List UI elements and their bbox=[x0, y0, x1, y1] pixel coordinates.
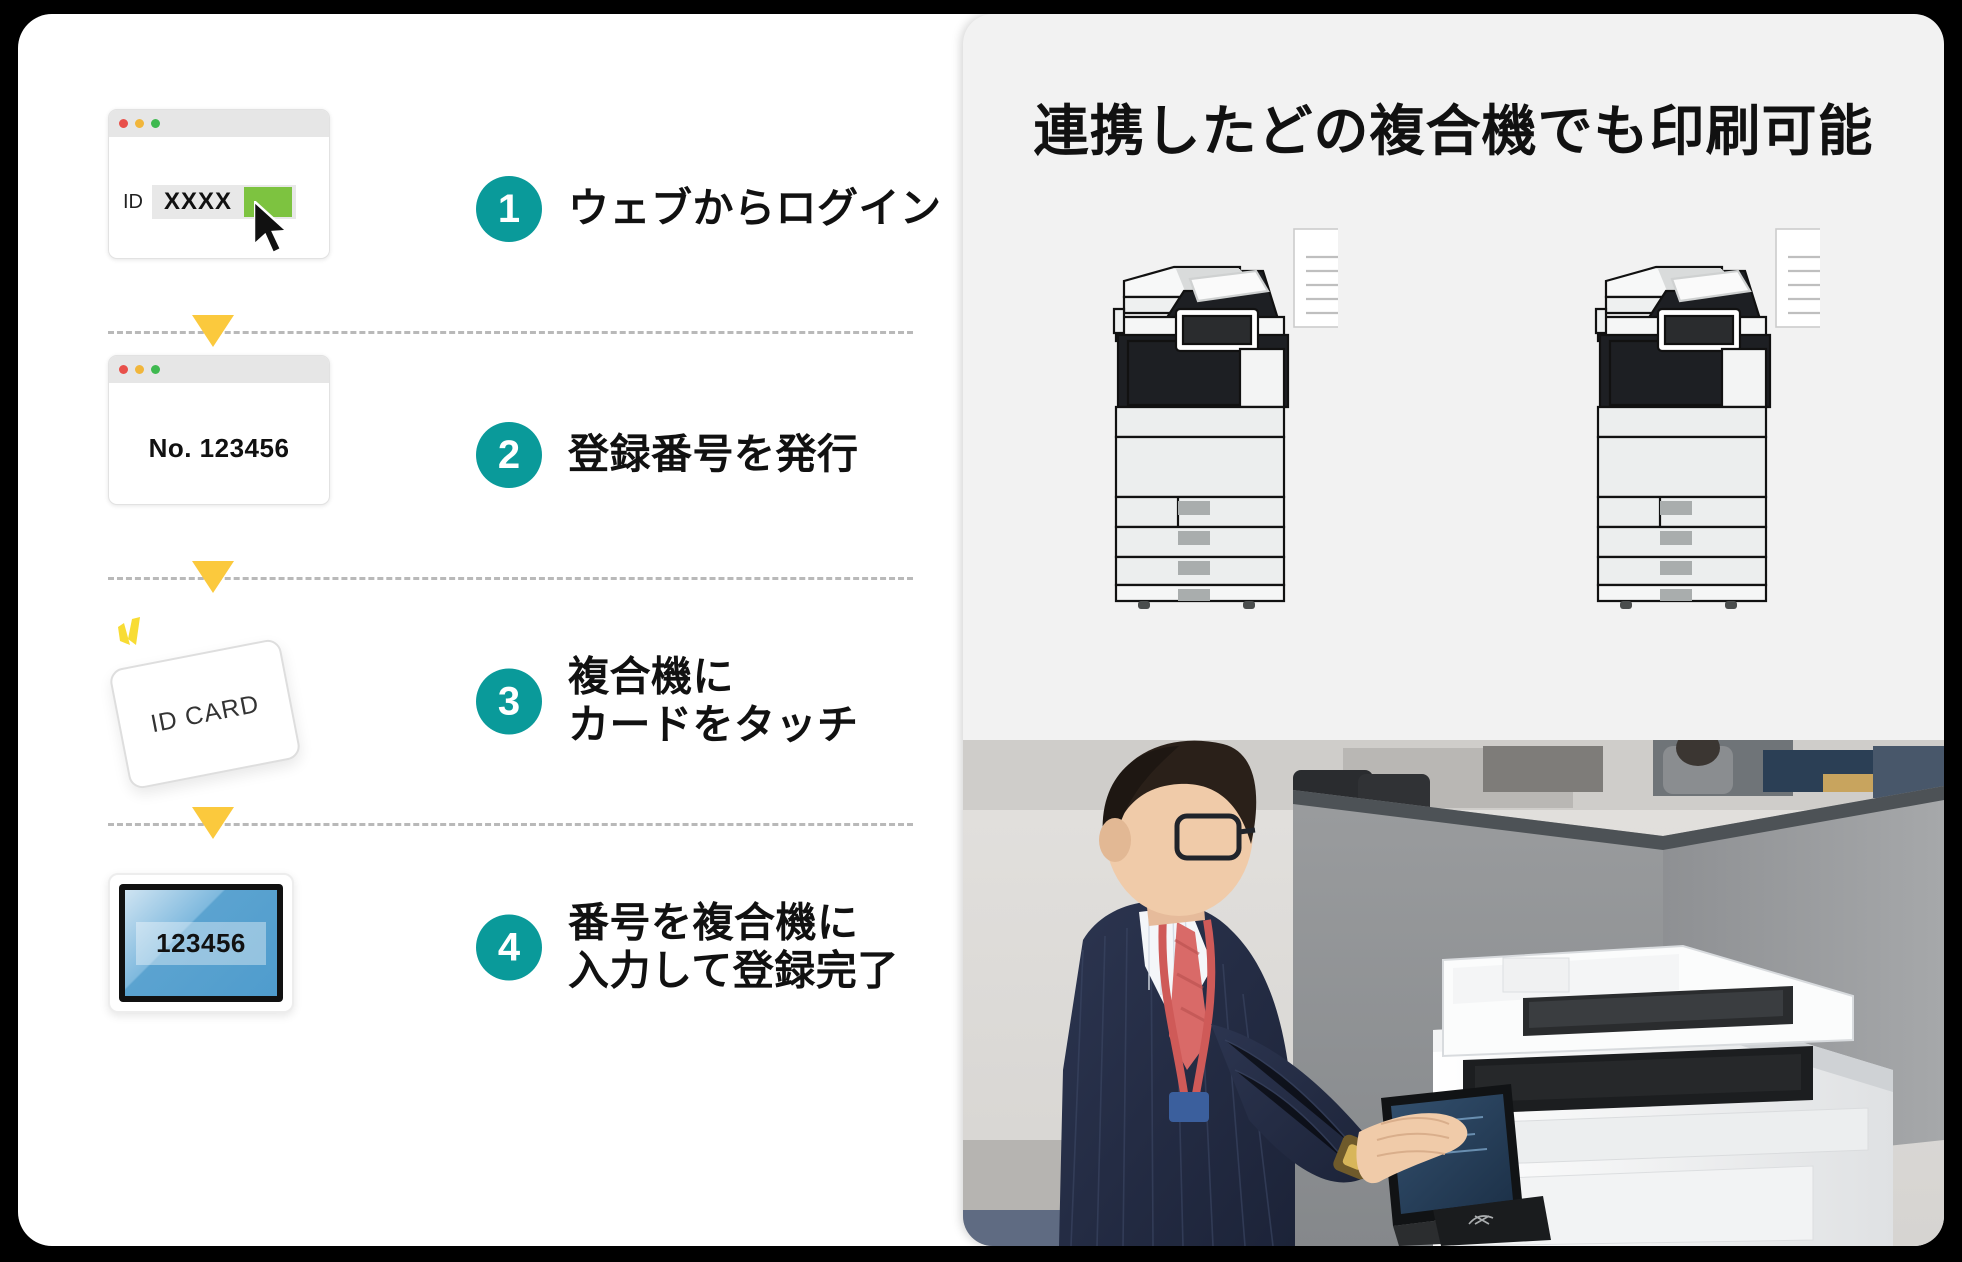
step-1-visual: ID XXXX bbox=[108, 109, 343, 309]
printed-page-icon bbox=[1774, 228, 1849, 328]
step-2-caption: 2 登録番号を発行 bbox=[476, 422, 859, 488]
step-label-1: ウェブからログイン bbox=[568, 184, 942, 233]
feature-panel: 連携したどの複合機でも印刷可能 bbox=[963, 14, 1944, 1246]
office-photo-image bbox=[963, 740, 1944, 1246]
printer-unit-1 bbox=[1088, 209, 1367, 609]
registration-number-text: No. 123456 bbox=[148, 433, 290, 463]
steps-list: ID XXXX 1 ウェブからログイン No. 123456 2 登録番号を発行… bbox=[107, 109, 1008, 1047]
screenshot-stage: ID XXXX 1 ウェブからログイン No. 123456 2 登録番号を発行… bbox=[0, 0, 1962, 1262]
step-2-visual: No. 123456 bbox=[108, 355, 343, 555]
step-number-badge-1: 1 bbox=[476, 176, 542, 242]
browser-content: No. 123456 bbox=[109, 383, 329, 504]
window-minimize-dot[interactable] bbox=[135, 365, 144, 374]
printer-illustrations bbox=[963, 209, 1944, 609]
step-divider-3 bbox=[108, 801, 1008, 847]
step-1-caption: 1 ウェブからログイン bbox=[476, 176, 942, 242]
window-maximize-dot[interactable] bbox=[151, 119, 160, 128]
step-label-4: 番号を複合機に 入力して登録完了 bbox=[568, 898, 899, 994]
down-arrow-icon bbox=[192, 561, 234, 593]
id-card-illustration: ID CARD bbox=[107, 601, 343, 801]
step-number-badge-4: 4 bbox=[476, 914, 542, 980]
step-label-3: 複合機に カードをタッチ bbox=[568, 652, 859, 748]
browser-titlebar bbox=[109, 110, 329, 137]
step-3-caption: 3 複合機に カードをタッチ bbox=[476, 653, 859, 748]
step-row-3: ID CARD 3 複合機に カードをタッチ bbox=[107, 601, 1008, 801]
id-input-value: XXXX bbox=[164, 188, 233, 215]
multifunction-printer-icon bbox=[1594, 228, 1849, 609]
steps-card: ID XXXX 1 ウェブからログイン No. 123456 2 登録番号を発行… bbox=[18, 14, 1058, 1246]
step-divider-1 bbox=[108, 309, 1008, 355]
step-4-visual: 123456 bbox=[108, 847, 343, 1047]
browser-titlebar bbox=[109, 356, 329, 383]
id-field-label: ID bbox=[123, 190, 143, 213]
down-arrow-icon bbox=[192, 315, 234, 347]
step-row-2: No. 123456 2 登録番号を発行 bbox=[108, 355, 1008, 555]
step-divider-2 bbox=[108, 555, 1008, 601]
feature-headline: 連携したどの複合機でも印刷可能 bbox=[1033, 99, 1874, 163]
window-minimize-dot[interactable] bbox=[135, 119, 144, 128]
tablet-screen-number: 123456 bbox=[156, 927, 246, 958]
step-row-4: 123456 4 番号を複合機に 入力して登録完了 bbox=[108, 847, 1008, 1047]
step-number-badge-2: 2 bbox=[476, 422, 542, 488]
office-photo bbox=[963, 740, 1944, 1246]
step-3-visual: ID CARD bbox=[107, 601, 343, 801]
step-4-caption: 4 番号を複合機に 入力して登録完了 bbox=[476, 899, 899, 994]
tablet-bezel: 123456 bbox=[119, 884, 283, 1002]
step-label-2: 登録番号を発行 bbox=[568, 430, 859, 479]
step-row-1: ID XXXX 1 ウェブからログイン bbox=[108, 109, 1008, 309]
printed-page-icon bbox=[1292, 228, 1367, 328]
id-card-text: ID CARD bbox=[148, 689, 262, 738]
browser-content: ID XXXX bbox=[109, 137, 329, 258]
down-arrow-icon bbox=[192, 807, 234, 839]
tablet-device[interactable]: 123456 bbox=[108, 873, 294, 1013]
tablet-number-box: 123456 bbox=[136, 921, 266, 965]
multifunction-printer-icon bbox=[1112, 228, 1367, 609]
step-number-badge-3: 3 bbox=[476, 668, 542, 734]
printer-unit-2 bbox=[1570, 209, 1849, 609]
browser-window-number: No. 123456 bbox=[108, 355, 330, 505]
browser-window-login: ID XXXX bbox=[108, 109, 330, 259]
tablet-screen: 123456 bbox=[125, 890, 277, 996]
window-close-dot[interactable] bbox=[119, 119, 128, 128]
window-maximize-dot[interactable] bbox=[151, 365, 160, 374]
window-close-dot[interactable] bbox=[119, 365, 128, 374]
